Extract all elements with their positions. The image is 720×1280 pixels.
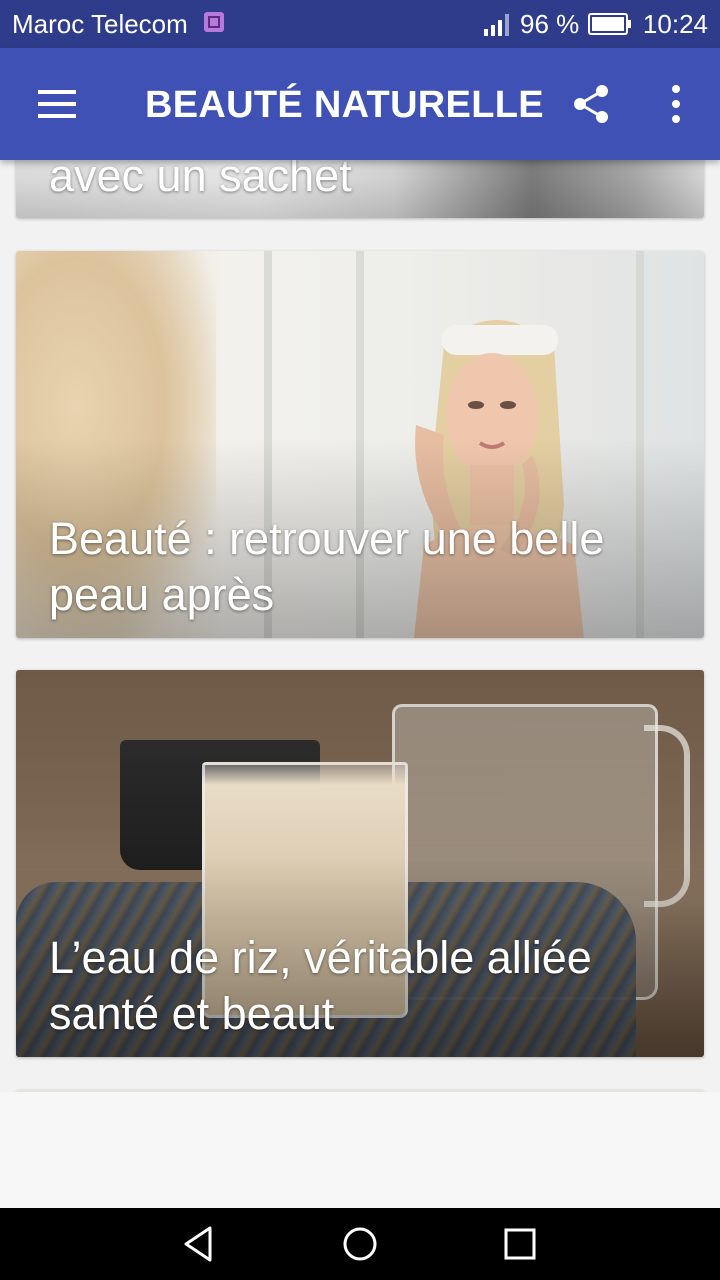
carrier-name: Maroc Telecom (12, 9, 188, 39)
menu-icon-bar (38, 102, 76, 106)
share-icon[interactable] (568, 80, 616, 128)
menu-icon-bar (38, 114, 76, 118)
article-card[interactable]: Beauté : retrouver une belle peau après (16, 251, 704, 638)
back-icon[interactable] (176, 1220, 224, 1268)
more-vert-icon[interactable] (652, 80, 700, 128)
navigation-bar (0, 1208, 720, 1280)
recent-apps-icon[interactable] (496, 1220, 544, 1268)
battery-percentage: 96 % (520, 9, 580, 39)
clock: 10:24 (642, 9, 708, 39)
app-bar: BEAUTÉ NATURELLE (0, 48, 720, 160)
battery-icon (588, 13, 631, 35)
app-screen: Maroc Telecom 96 % 10:24 BEAUTÉ NATURELL… (0, 0, 720, 1280)
home-icon[interactable] (336, 1220, 384, 1268)
sim-icon (204, 12, 224, 32)
article-card[interactable]: L’eau de riz, véritable alliée santé et … (16, 670, 704, 1057)
page-title: BEAUTÉ NATURELLE (145, 84, 544, 126)
status-bar: Maroc Telecom 96 % 10:24 (0, 0, 720, 48)
article-title: Beauté : retrouver une belle peau après (49, 513, 605, 620)
article-title: L’eau de riz, véritable alliée santé et … (49, 932, 592, 1039)
menu-button[interactable] (24, 80, 88, 128)
signal-icon (484, 14, 509, 36)
menu-icon (38, 90, 76, 94)
bottom-area (0, 1092, 720, 1208)
